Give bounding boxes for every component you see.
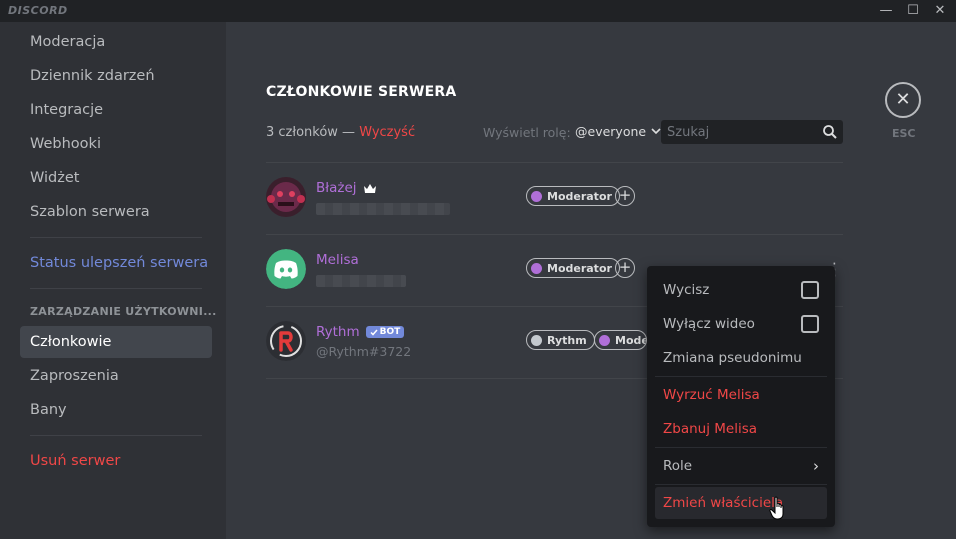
hidden-username [316,275,406,287]
divider [266,162,843,163]
mute-checkbox[interactable] [801,281,819,299]
role-color-dot [531,190,542,202]
hidden-username [316,203,450,215]
role-color-dot [531,334,542,346]
add-role-button[interactable]: + [615,186,635,206]
verified-check-icon [370,329,378,336]
hand-cursor-icon [769,496,784,520]
search-input[interactable] [661,120,843,144]
menu-item-ban[interactable]: Zbanuj Melisa [655,413,827,445]
sidebar-item-delete-server[interactable]: Usuń serwer [20,445,212,477]
menu-item-change-nickname[interactable]: Zmiana pseudonimu [655,342,827,374]
title-bar: DISCORD — ☐ ✕ [0,0,956,22]
menu-divider [655,447,827,448]
chevron-right-icon: › [813,457,819,475]
sidebar-item-server-template[interactable]: Szablon serwera [20,196,212,228]
role-color-dot [599,334,610,346]
role-badge: Moderator [526,186,620,206]
bot-badge: BOT [365,326,405,338]
settings-sidebar: Moderacja Dziennik zdarzeń Integracje We… [0,22,226,539]
menu-item-mute[interactable]: Wycisz [655,274,827,306]
disable-video-checkbox[interactable] [801,315,819,333]
menu-divider [655,376,827,377]
maximize-button[interactable]: ☐ [904,2,922,20]
menu-item-roles[interactable]: Role › [655,450,827,482]
avatar[interactable] [266,177,306,217]
scrollbar-track [940,22,956,539]
sidebar-item-bans[interactable]: Bany [20,394,212,426]
sidebar-item-webhooks[interactable]: Webhooki [20,128,212,160]
sidebar-section-header: ZARZĄDZANIE UŻYTKOWNI... [30,305,217,318]
close-settings-button[interactable]: ✕ [885,82,921,118]
sidebar-divider [30,288,202,289]
role-badge: Rythm [526,330,595,350]
sidebar-item-integrations[interactable]: Integracje [20,94,212,126]
sidebar-item-moderation[interactable]: Moderacja [20,26,212,58]
member-count: 3 członków — Wyczyść [266,125,415,140]
member-tag: @Rythm#3722 [316,344,412,359]
member-name: Rythm BOT [316,324,405,340]
search-icon [823,125,837,139]
menu-item-transfer-ownership[interactable]: Zmień właściciela [655,487,827,519]
page-title: CZŁONKOWIE SERWERA [266,84,457,100]
role-filter-value: @everyone [575,124,647,139]
sidebar-item-members[interactable]: Członkowie [20,326,212,358]
avatar[interactable] [266,249,306,289]
esc-label: ESC [892,127,916,140]
member-context-menu: Wycisz Wyłącz wideo Zmiana pseudonimu Wy… [647,266,835,527]
close-window-button[interactable]: ✕ [931,2,949,20]
crown-icon [363,183,376,193]
role-filter-dropdown[interactable]: @everyone [575,124,661,139]
menu-divider [655,484,827,485]
sidebar-item-invites[interactable]: Zaproszenia [20,360,212,392]
role-badge: Moderator [526,258,620,278]
sidebar-item-widget[interactable]: Widżet [20,162,212,194]
role-badge: Moderator [594,330,647,350]
member-name: Melisa [316,252,359,268]
role-color-dot [531,262,542,274]
divider [266,234,843,235]
chevron-down-icon [651,128,661,135]
sidebar-divider [30,237,202,238]
add-role-button[interactable]: + [615,258,635,278]
clear-filter-link[interactable]: Wyczyść [359,125,415,140]
menu-item-kick[interactable]: Wyrzuć Melisa [655,379,827,411]
discord-logo: DISCORD [8,4,68,17]
sidebar-item-audit-log[interactable]: Dziennik zdarzeń [20,60,212,92]
avatar[interactable] [266,321,306,361]
sidebar-item-boost-status[interactable]: Status ulepszeń serwera [20,247,212,279]
minimize-button[interactable]: — [877,2,895,20]
sidebar-divider [30,435,202,436]
menu-item-disable-video[interactable]: Wyłącz wideo [655,308,827,340]
member-name: Błażej [316,180,377,196]
role-filter-label: Wyświetl rolę: [483,125,571,140]
member-count-text: 3 członków — [266,125,356,140]
